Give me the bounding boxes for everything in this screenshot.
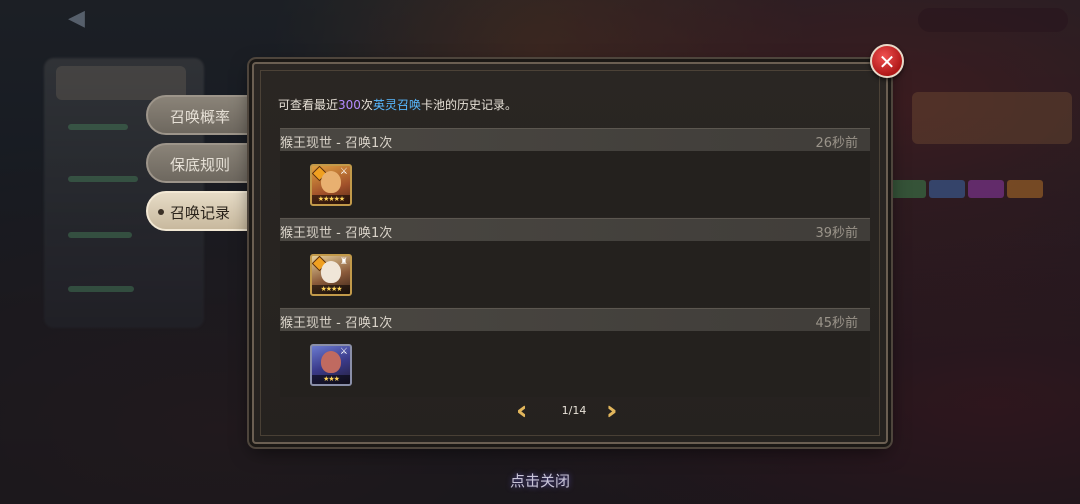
record-header: 猴王现世 - 召唤1次 45秒前 [280,308,870,331]
double-chevron-left-icon[interactable]: ‹‹ [516,396,532,426]
double-chevron-right-icon[interactable]: ›› [606,396,622,426]
red-haired-hero-icon[interactable]: ⚔ ★★★ [310,344,352,386]
record-time: 39秒前 [815,226,858,241]
intro-prefix: 可查看最近 [278,98,339,112]
hero-stars: ★★★★ [312,285,350,294]
record-time: 26秒前 [815,136,858,151]
record-body: ♜ ★★★★ [280,241,870,307]
tab-summon-rates[interactable]: 召唤概率 [146,95,254,135]
hero-portrait [321,351,341,373]
background-currency-bar [918,8,1068,32]
tab-label: 召唤概率 [169,108,230,126]
class-sword-icon: ⚔ [339,167,348,177]
hero-portrait [321,171,341,193]
record-title: 猴王现世 - 召唤1次 [280,226,393,241]
record-header: 猴王现世 - 召唤1次 26秒前 [280,128,870,151]
close-x-icon[interactable]: ✕ [870,44,904,78]
history-intro-text: 可查看最近300次英灵召唤卡池的历史记录。 [278,96,517,113]
pagination: ‹‹ 1/14 ›› [254,396,886,426]
hero-portrait [321,261,341,283]
record-body: ⚔ ★★★★★ [280,151,870,217]
white-haired-hero-icon[interactable]: ♜ ★★★★ [310,254,352,296]
tab-label: 召唤记录 [169,204,230,222]
back-arrow-icon: ◀ [68,6,85,31]
tab-label: 保底规则 [169,156,230,174]
record-limit: 300 [338,98,361,112]
record-time: 45秒前 [815,316,858,331]
monkey-king-hero-icon[interactable]: ⚔ ★★★★★ [310,164,352,206]
background-bar [68,232,132,238]
page-indicator: 1/14 [561,404,587,417]
background-tags [890,180,1070,200]
intro-mid: 次 [360,98,373,112]
hero-stars: ★★★ [312,375,350,384]
pool-name: 英灵召唤 [372,98,421,112]
background-hero-cards [912,92,1072,144]
background-bar [68,124,128,130]
tab-summon-history[interactable]: 召唤记录 [146,191,254,231]
record-title: 猴王现世 - 召唤1次 [280,136,393,151]
background-bar [68,286,134,292]
active-tab-marker [158,209,164,215]
class-sword-icon: ⚔ [339,347,348,357]
background-bar [68,176,138,182]
class-shield-icon: ♜ [339,257,348,267]
record-title: 猴王现世 - 召唤1次 [280,316,393,331]
summon-history-dialog: 可查看最近300次英灵召唤卡池的历史记录。 猴王现世 - 召唤1次 26秒前 ⚔… [252,62,888,444]
record-header: 猴王现世 - 召唤1次 39秒前 [280,218,870,241]
intro-suffix: 卡池的历史记录。 [420,98,517,112]
hero-stars: ★★★★★ [312,195,350,204]
tap-to-close-hint[interactable]: 点击关闭 [480,470,600,491]
dialog-content: 可查看最近300次英灵召唤卡池的历史记录。 猴王现世 - 召唤1次 26秒前 ⚔… [268,78,870,426]
record-body: ⚔ ★★★ [280,331,870,397]
tab-pity-rules[interactable]: 保底规则 [146,143,254,183]
